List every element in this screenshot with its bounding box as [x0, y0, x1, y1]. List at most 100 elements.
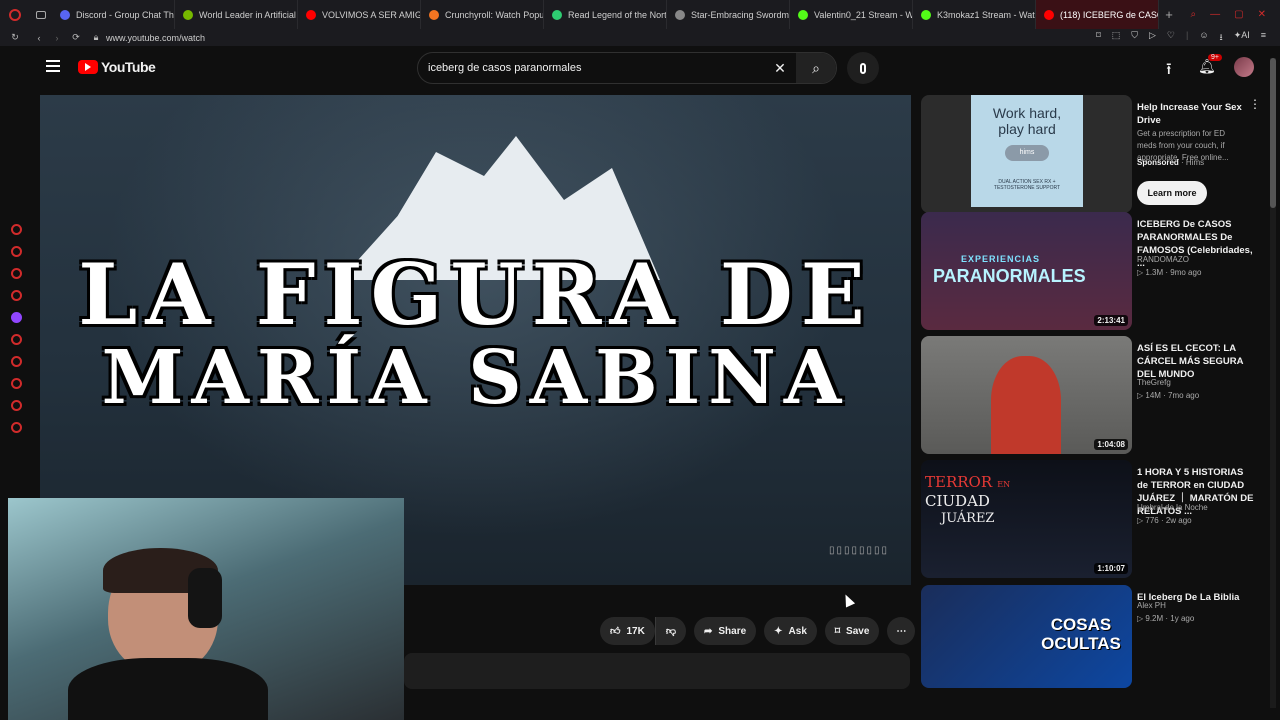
search-input[interactable]	[428, 62, 764, 74]
thumb-person	[991, 356, 1061, 454]
like-button[interactable]: 👍︎ 17K	[600, 617, 655, 645]
tab[interactable]: Star-Embracing Swordma	[667, 0, 790, 29]
tab[interactable]: Crunchyroll: Watch Popul	[421, 0, 544, 29]
search-button[interactable]: ⌕	[796, 53, 836, 83]
tab-favicon-icon	[1044, 9, 1054, 20]
youtube-play-icon	[78, 60, 98, 74]
video-title-overlay-line1: LA FIGURA DE	[78, 245, 873, 344]
ad-headline-1: Work hard,	[992, 105, 1062, 121]
forward-icon[interactable]: ›	[48, 33, 66, 43]
video-card[interactable]: 1:04:08 ASÍ ES EL CECOT: LA CÁRCEL MÁS S…	[921, 336, 1261, 456]
tab-favicon-icon	[798, 9, 808, 20]
ad-card[interactable]: Work hard, play hard hims DUAL ACTION SE…	[921, 95, 1261, 215]
video-thumbnail[interactable]: 1:04:08	[921, 336, 1132, 454]
menu-icon[interactable]: ≡	[1261, 30, 1266, 46]
player-icon[interactable]	[10, 356, 22, 367]
ad-pill-image: hims	[1005, 145, 1049, 161]
search-tabs-icon[interactable]: ⌕	[1191, 9, 1197, 20]
x-icon[interactable]	[10, 334, 22, 345]
channel-name[interactable]: RANDOMAZO	[1137, 255, 1189, 264]
notifications-button[interactable]: 🔔︎ 9+	[1198, 54, 1222, 76]
voice-search-button[interactable]	[847, 52, 879, 84]
whatsapp-icon[interactable]	[10, 268, 22, 279]
tab-favicon-icon	[60, 9, 70, 20]
channel-name[interactable]: Alex PH	[1137, 601, 1166, 610]
video-card[interactable]: COSAS OCULTAS El Iceberg De La Biblia Al…	[921, 585, 1261, 688]
learn-more-button[interactable]: Learn more	[1137, 181, 1207, 205]
scrollbar[interactable]	[1270, 58, 1276, 708]
hamburger-menu-icon[interactable]	[46, 60, 60, 72]
avatar[interactable]	[1234, 57, 1254, 77]
browser-menu[interactable]	[0, 8, 30, 21]
channel-name[interactable]: Umbral de la Noche	[1137, 503, 1208, 512]
ad-thumbnail[interactable]: Work hard, play hard hims DUAL ACTION SE…	[921, 95, 1132, 213]
bookmark-save-icon: ⌑	[834, 625, 841, 637]
video-thumbnail[interactable]: EXPERIENCIAS PARANORMALES 2:13:41	[921, 212, 1132, 330]
save-button[interactable]: ⌑ Save	[824, 617, 880, 645]
bookmark-icon[interactable]: ⌑	[1096, 30, 1101, 46]
ask-button[interactable]: ✦ Ask	[764, 617, 817, 645]
speed-dial-icon[interactable]	[10, 224, 22, 235]
dislike-button[interactable]: 👎︎	[654, 617, 686, 645]
url-field[interactable]: www.youtube.com/watch	[106, 33, 1096, 43]
snapshot-icon[interactable]: ⬚	[1112, 30, 1121, 46]
shield-icon[interactable]: ⛉	[1131, 30, 1138, 46]
settings-icon[interactable]	[10, 422, 22, 433]
close-window-icon[interactable]: ✕	[1258, 9, 1266, 20]
new-tab-icon[interactable]: +	[1159, 7, 1179, 22]
webcam-overlay	[8, 498, 404, 720]
heart-icon[interactable]: ♡	[1167, 30, 1175, 46]
tab[interactable]: World Leader in Artificial	[175, 0, 298, 29]
download-icon[interactable]: ⭳	[1220, 30, 1223, 46]
minimize-icon[interactable]: —	[1210, 9, 1220, 20]
youtube-logo[interactable]: YouTube	[78, 59, 156, 75]
video-thumbnail[interactable]: TERROR EN CIUDAD JUÁREZ 1:10:07	[921, 460, 1132, 578]
tab-bar: Discord - Group Chat Tha World Leader in…	[0, 0, 1280, 29]
maximize-icon[interactable]: ▢	[1234, 9, 1243, 20]
search-icon: ⌕	[812, 59, 820, 76]
clear-search-icon[interactable]: ✕	[764, 60, 796, 77]
tab-favicon-icon	[183, 9, 193, 20]
tab[interactable]: K3mokaz1 Stream - Watc	[913, 0, 1036, 29]
play-icon[interactable]: ▷	[1149, 30, 1156, 46]
aria-ai-icon[interactable]: ✦AI	[1234, 30, 1250, 46]
ad-options-icon[interactable]: ⋮	[1249, 97, 1261, 111]
history-icon[interactable]	[10, 378, 22, 389]
duration-badge: 2:13:41	[1094, 315, 1128, 326]
share-button[interactable]: ➦ Share	[693, 617, 757, 645]
workspaces-icon[interactable]	[30, 10, 52, 19]
tab[interactable]: Valentin0_21 Stream - Wa	[790, 0, 913, 29]
reload-icon[interactable]: ↻	[0, 32, 30, 43]
video-meta: ▷ 776 · 2w ago	[1137, 516, 1192, 525]
tab-favicon-icon	[675, 9, 685, 20]
tab-favicon-icon	[921, 9, 931, 20]
mouse-cursor	[840, 592, 856, 608]
video-card[interactable]: TERROR EN CIUDAD JUÁREZ 1:10:07 1 HORA Y…	[921, 460, 1261, 580]
profile-icon[interactable]: ☺	[1199, 30, 1208, 46]
instagram-icon[interactable]	[10, 290, 22, 301]
create-upload-icon[interactable]: ⭱	[1166, 58, 1172, 85]
tab-active[interactable]: (118) ICEBERG de CASOS P	[1036, 0, 1159, 29]
video-title[interactable]: ASÍ ES EL CECOT: LA CÁRCEL MÁS SEGURA DE…	[1137, 342, 1257, 381]
thumb-title: TERROR EN CIUDAD JUÁREZ	[925, 473, 1011, 526]
back-icon[interactable]: ‹	[30, 33, 48, 43]
tab-favicon-icon	[429, 9, 439, 20]
ad-title[interactable]: Help Increase Your Sex Drive	[1137, 101, 1257, 127]
channel-name[interactable]: TheGrefg	[1137, 378, 1171, 387]
more-horizontal-icon: ⋯	[896, 625, 907, 637]
video-card[interactable]: EXPERIENCIAS PARANORMALES 2:13:41 ICEBER…	[921, 212, 1261, 332]
ad-headline-2: play hard	[998, 121, 1056, 137]
video-meta: ▷ 14M · 7mo ago	[1137, 391, 1200, 400]
refresh-icon[interactable]: ⟳	[66, 32, 86, 43]
headphones	[188, 568, 222, 628]
tab[interactable]: Discord - Group Chat Tha	[52, 0, 175, 29]
video-thumbnail[interactable]: COSAS OCULTAS	[921, 585, 1132, 688]
tab-favicon-icon	[552, 9, 562, 20]
tab[interactable]: Read Legend of the North	[544, 0, 667, 29]
scrollbar-thumb[interactable]	[1270, 58, 1276, 208]
extensions-icon[interactable]	[10, 400, 22, 411]
twitch-icon[interactable]	[10, 312, 22, 323]
more-actions-button[interactable]: ⋯	[887, 617, 916, 645]
messenger-icon[interactable]	[10, 246, 22, 257]
tab[interactable]: VOLVIMOS A SER AMIGU	[298, 0, 421, 29]
